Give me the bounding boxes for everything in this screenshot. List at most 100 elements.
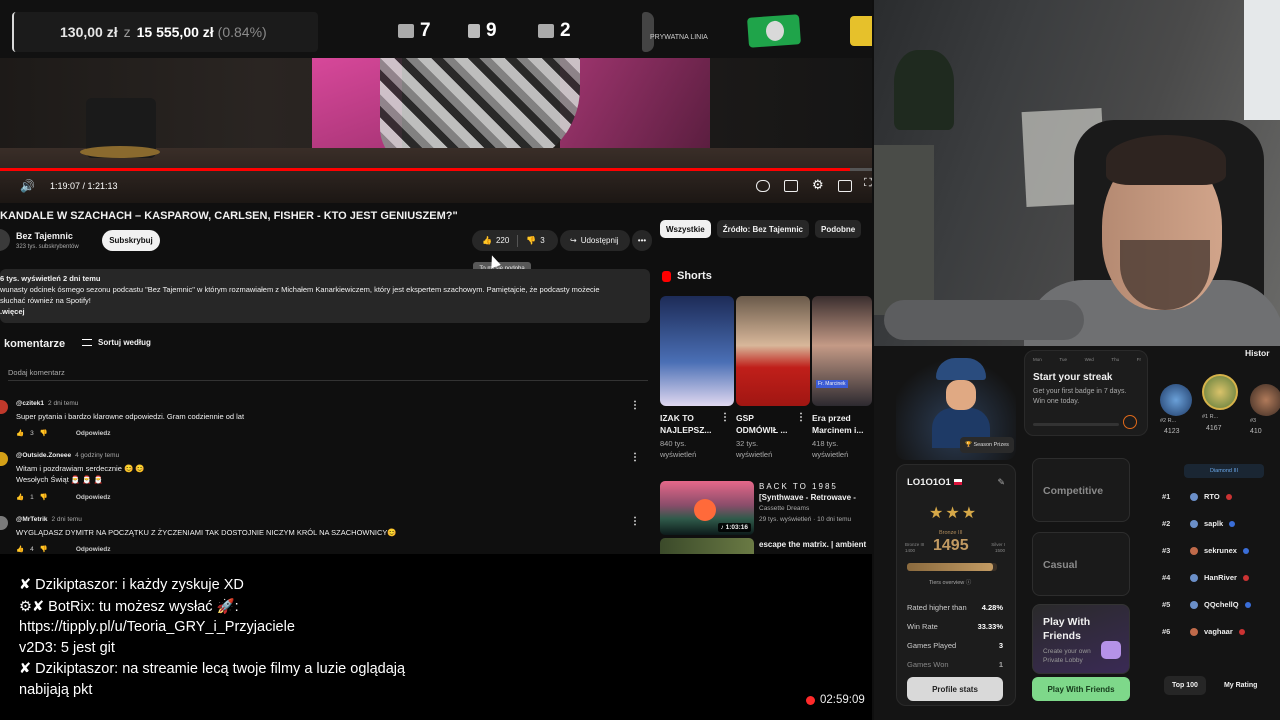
- trophy-icon: 🏆: [965, 442, 972, 448]
- dislike-icon[interactable]: 👎: [526, 236, 536, 245]
- related-video-thumbnail[interactable]: [660, 538, 754, 554]
- season-prizes-button[interactable]: 🏆 Season Prizes: [960, 437, 1014, 453]
- share-button[interactable]: ↪ Udostępnij: [560, 230, 630, 251]
- comment-author-name[interactable]: @czitek1: [16, 400, 44, 407]
- competitive-mode-button[interactable]: Competitive: [1032, 458, 1130, 522]
- channel-avatar[interactable]: [0, 229, 10, 251]
- related-video-title[interactable]: escape the matrix. | ambient: [759, 539, 867, 550]
- video-progress-bar[interactable]: [0, 168, 872, 171]
- leaderboard-row[interactable]: #4 HanRiver: [1162, 573, 1278, 582]
- comment-like-icon[interactable]: 👍: [16, 429, 24, 437]
- sort-button[interactable]: Sortuj według: [82, 338, 151, 347]
- more-actions-button[interactable]: •••: [632, 230, 652, 251]
- friends-text: Create your own Private Lobby: [1043, 648, 1091, 664]
- heart-icon: [1101, 641, 1121, 659]
- webcam-feed: [874, 0, 1280, 346]
- short-menu-icon[interactable]: ⋮: [720, 412, 730, 423]
- comment-dislike-icon[interactable]: 👎: [40, 429, 48, 437]
- play-with-friends-button[interactable]: Play With Friends: [1032, 677, 1130, 701]
- short-title[interactable]: Era przed Marcinem i...: [812, 412, 870, 436]
- tab-top-100[interactable]: Top 100: [1164, 676, 1206, 695]
- donation-goal: 130,00 zł z 15 555,00 zł (0.84%): [12, 12, 318, 52]
- comment-time: 2 dni temu: [48, 400, 79, 407]
- comment-author[interactable]: @Outside.Zoneee 4 godziny temu: [16, 452, 119, 459]
- subscribe-button[interactable]: Subskrybuj: [102, 230, 160, 251]
- tab-my-rating[interactable]: My Rating: [1216, 676, 1265, 695]
- add-comment-input[interactable]: Dodaj komentarz: [8, 368, 65, 377]
- comment-like-icon[interactable]: 👍: [16, 545, 24, 553]
- short-thumbnail[interactable]: [660, 296, 734, 406]
- subtitles-icon[interactable]: [784, 180, 798, 192]
- short-thumbnail[interactable]: [736, 296, 810, 406]
- settings-gear-icon[interactable]: ⚙: [812, 177, 824, 193]
- donation-percent: (0.84%): [217, 24, 267, 40]
- tiers-overview-link[interactable]: Tiers overview ⓘ: [929, 578, 971, 586]
- friends-card[interactable]: Play With Friends Create your own Privat…: [1032, 604, 1130, 674]
- comment-like-icon[interactable]: 👍: [16, 493, 24, 501]
- like-icon[interactable]: 👍: [482, 236, 492, 245]
- leaderboard-row[interactable]: #2 saplk: [1162, 519, 1278, 528]
- comment-avatar[interactable]: [0, 400, 8, 414]
- comment-author-name[interactable]: @Outside.Zoneee: [16, 452, 71, 459]
- reply-button[interactable]: Odpowiedz: [76, 494, 111, 501]
- related-video-thumbnail[interactable]: ♪ 1:03:16: [660, 481, 754, 535]
- fullscreen-icon[interactable]: ⛶: [864, 177, 872, 190]
- comment-author-name[interactable]: @MrTetrik: [16, 516, 48, 523]
- leaderboard-row[interactable]: #6 vaghaar: [1162, 627, 1278, 636]
- profile-stats-button[interactable]: Profile stats: [907, 677, 1003, 701]
- comment-menu-icon[interactable]: ⋮: [630, 516, 640, 527]
- leaderboard-row[interactable]: #1 RTO: [1162, 492, 1278, 501]
- top-player-avatar[interactable]: [1202, 374, 1238, 410]
- flag-icon: [1242, 547, 1249, 554]
- short-views: 418 tys. wyświetleń: [812, 438, 872, 460]
- stream-overlay-bar: 130,00 zł z 15 555,00 zł (0.84%) 7 9 2 P…: [0, 0, 872, 62]
- edit-pencil-icon[interactable]: ✎: [997, 477, 1005, 488]
- stat-value: 33.33%: [977, 622, 1003, 631]
- comment-dislike-icon[interactable]: 👎: [40, 545, 48, 553]
- related-video-title[interactable]: BACK TO 1985 [Synthwave - Retrowave -: [759, 481, 867, 503]
- short-title[interactable]: IZAK TO NAJLEPSZ...: [660, 412, 718, 436]
- description-more[interactable]: .więcej: [0, 307, 25, 316]
- streak-progress-bar: [1033, 423, 1119, 426]
- miniplayer-icon[interactable]: [838, 180, 852, 192]
- related-title-line-2: [Synthwave - Retrowave -: [759, 493, 856, 502]
- comment-author[interactable]: @czitek1 2 dni temu: [16, 400, 78, 407]
- video-description[interactable]: 6 tys. wyświetleń 2 dni temu wunasty odc…: [0, 269, 650, 323]
- chat-message: ✘ Dzikiptaszor: i każdy zyskuje XD: [19, 577, 244, 593]
- chip-similar[interactable]: Podobne: [815, 220, 862, 238]
- chip-source[interactable]: Źródło: Bez Tajemnic: [716, 220, 809, 238]
- volume-icon[interactable]: 🔊: [20, 179, 35, 193]
- comment-text-line-1: Witam i pozdrawiam serdecznie 😊 😊: [16, 464, 145, 473]
- leaderboard-row[interactable]: #3 sekrunex: [1162, 546, 1278, 555]
- short-views: 32 tys. wyświetleń: [736, 438, 796, 460]
- comment-menu-icon[interactable]: ⋮: [630, 400, 640, 411]
- comment-menu-icon[interactable]: ⋮: [630, 452, 640, 463]
- top-player-avatar[interactable]: [1250, 384, 1280, 416]
- top-player-avatar[interactable]: [1160, 384, 1192, 416]
- comment-actions: 👍 4 👎 Odpowiedz: [16, 545, 111, 554]
- related-video-channel[interactable]: Cassette Dreams: [759, 505, 809, 512]
- short-menu-icon[interactable]: ⋮: [796, 412, 806, 423]
- short-title[interactable]: GSP ODMÓWIŁ ...: [736, 412, 794, 436]
- player-icon: [1190, 600, 1198, 609]
- subscriber-count: 323 tys. subskrybentów: [16, 244, 79, 250]
- chat-message: ✘ Dzikiptaszor: na streamie lecą twoje f…: [19, 661, 406, 677]
- comment-dislike-icon[interactable]: 👎: [40, 493, 48, 501]
- mode-label: Competitive: [1043, 485, 1104, 497]
- short-title-line-1: GSP: [736, 413, 754, 423]
- like-count[interactable]: 220: [496, 236, 509, 245]
- stat-label: Games Won: [907, 660, 949, 669]
- comment-avatar[interactable]: [0, 516, 8, 530]
- short-thumbnail[interactable]: Fr. Marcinek: [812, 296, 872, 406]
- autoplay-toggle-icon[interactable]: [756, 180, 770, 192]
- streak-days: Mon Tue Wed Thu Fr: [1033, 357, 1141, 362]
- reply-button[interactable]: Odpowiedz: [76, 430, 111, 437]
- reply-button[interactable]: Odpowiedz: [76, 546, 111, 553]
- comment-author[interactable]: @MrTetrik 2 dni temu: [16, 516, 82, 523]
- leaderboard-row[interactable]: #5 QQchellQ: [1162, 600, 1278, 609]
- chip-all[interactable]: Wszystkie: [660, 220, 711, 238]
- history-tab[interactable]: Histor: [1245, 348, 1270, 358]
- channel-name[interactable]: Bez Tajemnic: [16, 231, 73, 241]
- casual-mode-button[interactable]: Casual: [1032, 532, 1130, 596]
- comment-avatar[interactable]: [0, 452, 8, 466]
